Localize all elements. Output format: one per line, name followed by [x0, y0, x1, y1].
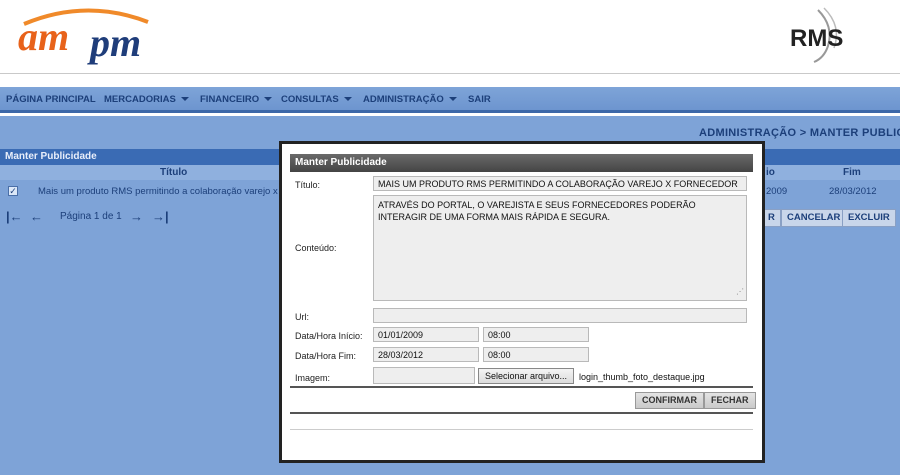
- cell-fim: 28/03/2012: [829, 186, 877, 197]
- caret-down-icon: [264, 97, 273, 102]
- excluir-button[interactable]: EXCLUIR: [842, 209, 896, 227]
- file-path-field[interactable]: [373, 367, 475, 384]
- ampm-logo-text: am: [18, 14, 69, 59]
- confirmar-button[interactable]: CONFIRMAR: [635, 392, 704, 409]
- caret-down-icon: [448, 97, 457, 102]
- row-checkbox[interactable]: ✓: [8, 186, 18, 196]
- conteudo-textarea[interactable]: ATRAVÉS DO PORTAL, O VAREJISTA E SEUS FO…: [373, 195, 747, 301]
- last-page-icon[interactable]: →|: [152, 209, 169, 225]
- menu-label: ADMINISTRAÇÃO: [363, 94, 444, 105]
- header: am pm RMS: [0, 0, 900, 72]
- menu-sair[interactable]: SAIR: [468, 87, 491, 113]
- menu-label: SAIR: [468, 94, 491, 105]
- inicio-label: Data/Hora Início:: [295, 331, 363, 341]
- titulo-input[interactable]: MAIS UM PRODUTO RMS PERMITINDO A COLABOR…: [373, 176, 747, 191]
- conteudo-label: Conteúdo:: [295, 243, 337, 253]
- menu-mercadorias[interactable]: MERCADORIAS: [104, 87, 189, 113]
- url-label: Url:: [295, 312, 309, 322]
- conteudo-text: ATRAVÉS DO PORTAL, O VAREJISTA E SEUS FO…: [378, 200, 696, 222]
- first-page-icon[interactable]: |←: [6, 209, 23, 225]
- menu-administracao[interactable]: ADMINISTRAÇÃO: [363, 87, 457, 113]
- menu-consultas[interactable]: CONSULTAS: [281, 87, 352, 113]
- fim-label: Data/Hora Fim:: [295, 351, 357, 361]
- resize-grip-icon[interactable]: ⋰: [736, 286, 744, 298]
- menu-financeiro[interactable]: FINANCEIRO: [200, 87, 273, 113]
- cell-inicio: 2009: [766, 186, 788, 197]
- menu-label: PÁGINA PRINCIPAL: [6, 94, 96, 105]
- titulo-label: Título:: [295, 180, 321, 190]
- caret-down-icon: [180, 97, 189, 102]
- cancelar-button[interactable]: CANCELAR: [781, 209, 847, 227]
- column-header-fim[interactable]: Fim: [843, 165, 861, 180]
- menu-label: MERCADORIAS: [104, 94, 176, 105]
- prev-page-icon[interactable]: ←: [30, 209, 43, 225]
- svg-text:RMS: RMS: [790, 25, 843, 52]
- main-menu-bar: PÁGINA PRINCIPAL MERCADORIAS FINANCEIRO …: [0, 87, 900, 113]
- rms-logo: RMS: [790, 7, 843, 63]
- fim-date-input[interactable]: 28/03/2012: [373, 347, 479, 362]
- cell-titulo: Mais um produto RMS permitindo a colabor…: [38, 186, 279, 197]
- svg-text:pm: pm: [87, 20, 141, 65]
- column-header-titulo[interactable]: Título: [160, 165, 187, 180]
- dialog-divider: [290, 412, 753, 414]
- file-name-text: login_thumb_foto_destaque.jpg: [579, 372, 705, 382]
- next-page-icon[interactable]: →: [130, 209, 143, 225]
- column-header-inicio[interactable]: io: [766, 165, 775, 180]
- fechar-button[interactable]: FECHAR: [704, 392, 756, 409]
- select-file-button[interactable]: Selecionar arquivo...: [478, 368, 575, 384]
- imagem-label: Imagem:: [295, 373, 331, 383]
- fim-time-input[interactable]: 08:00: [483, 347, 589, 362]
- dialog-footer-line: [290, 429, 753, 430]
- menu-label: FINANCEIRO: [200, 94, 260, 105]
- ampm-logo: am pm: [18, 8, 149, 65]
- pager-text: Página 1 de 1: [60, 211, 122, 222]
- dialog-divider: [290, 386, 753, 388]
- inicio-time-input[interactable]: 08:00: [483, 327, 589, 342]
- menu-label: CONSULTAS: [281, 94, 339, 105]
- breadcrumb: ADMINISTRAÇÃO > MANTER PUBLIC: [699, 127, 900, 139]
- caret-down-icon: [343, 97, 352, 102]
- header-divider: [0, 73, 900, 74]
- manter-publicidade-dialog: Manter Publicidade Título: MAIS UM PRODU…: [279, 141, 765, 463]
- url-input[interactable]: [373, 308, 747, 323]
- dialog-title: Manter Publicidade: [290, 154, 753, 172]
- inicio-date-input[interactable]: 01/01/2009: [373, 327, 479, 342]
- menu-pagina-principal[interactable]: PÁGINA PRINCIPAL: [6, 87, 96, 113]
